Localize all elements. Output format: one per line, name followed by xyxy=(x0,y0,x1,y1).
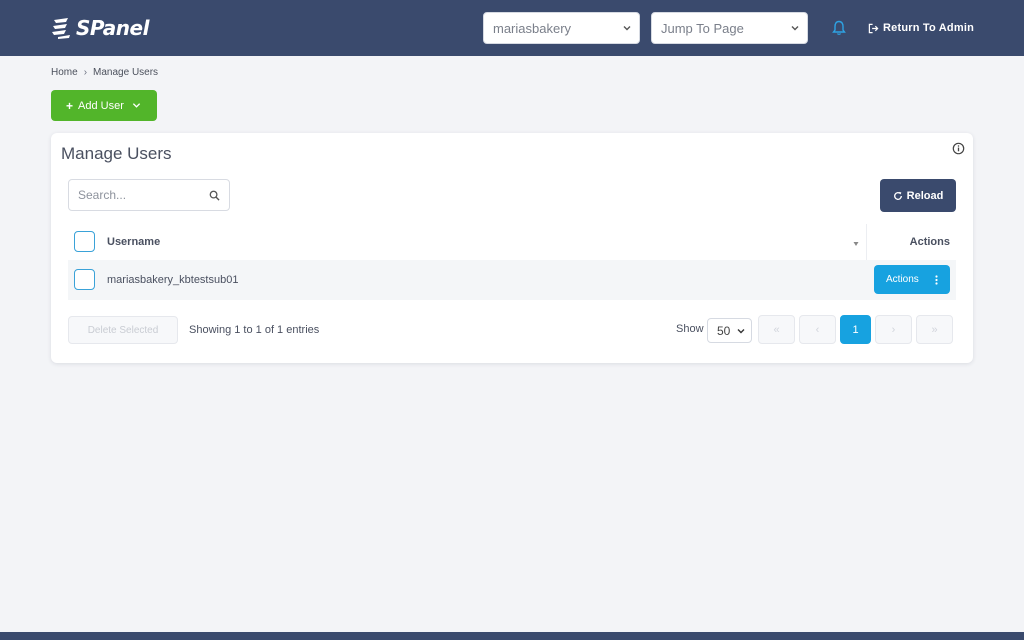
pagination-last-label: » xyxy=(931,323,938,336)
page-title: Manage Users xyxy=(61,144,172,163)
row-actions-label: Actions xyxy=(886,274,919,285)
return-to-admin-link[interactable]: Return To Admin xyxy=(868,20,974,36)
add-user-button[interactable]: + Add User xyxy=(51,90,157,121)
column-divider xyxy=(866,224,867,260)
username-cell: mariasbakery_kbtestsub01 xyxy=(107,274,239,286)
jump-select-value: Jump To Page xyxy=(661,20,744,36)
reload-label: Reload xyxy=(906,189,944,202)
pagination-prev[interactable]: ‹ xyxy=(799,315,836,344)
row-checkbox[interactable] xyxy=(74,269,95,290)
select-all-checkbox[interactable] xyxy=(74,231,95,252)
top-navbar: SPanel mariasbakery Jump To Page Return … xyxy=(0,0,1024,56)
account-select[interactable]: mariasbakery xyxy=(483,12,640,44)
breadcrumb-home[interactable]: Home xyxy=(51,67,78,78)
entries-info: Showing 1 to 1 of 1 entries xyxy=(189,324,320,336)
show-label: Show xyxy=(676,323,704,335)
row-actions-button[interactable]: Actions xyxy=(874,265,950,294)
pagination-current-label: 1 xyxy=(852,323,859,336)
delete-selected-label: Delete Selected xyxy=(87,324,159,336)
plus-icon: + xyxy=(66,98,74,113)
account-select-value: mariasbakery xyxy=(493,20,572,36)
table-header: Username Actions xyxy=(68,224,956,260)
refresh-icon xyxy=(893,191,902,200)
breadcrumb-current: Manage Users xyxy=(93,66,159,78)
pagination-first-label: « xyxy=(773,323,780,336)
reload-button[interactable]: Reload xyxy=(880,179,956,212)
breadcrumb: Home › Manage Users xyxy=(51,66,158,78)
manage-users-card: Manage Users Reload Username Actions mar… xyxy=(51,133,973,363)
delete-selected-button[interactable]: Delete Selected xyxy=(68,316,178,344)
search-input[interactable] xyxy=(78,188,203,202)
pagination-prev-label: ‹ xyxy=(815,323,820,336)
info-icon[interactable] xyxy=(952,142,965,155)
logo-text: SPanel xyxy=(76,16,149,40)
search-icon xyxy=(209,190,220,201)
per-page-select[interactable]: 50 xyxy=(707,318,752,343)
chevron-down-icon xyxy=(737,329,745,334)
column-header-username[interactable]: Username xyxy=(107,236,160,248)
sign-out-icon xyxy=(868,23,879,33)
footer-bar xyxy=(0,632,1024,640)
per-page-value: 50 xyxy=(717,323,731,338)
pagination-next[interactable]: › xyxy=(875,315,912,344)
pagination-next-label: › xyxy=(891,323,896,336)
search-box xyxy=(68,179,230,211)
add-user-label: Add User xyxy=(78,99,124,112)
spanel-logo[interactable]: SPanel xyxy=(50,14,149,42)
column-header-actions: Actions xyxy=(909,236,950,248)
vertical-dots-icon xyxy=(935,275,938,285)
pagination-last[interactable]: » xyxy=(916,315,953,344)
return-to-admin-label: Return To Admin xyxy=(883,22,974,34)
chevron-down-icon xyxy=(132,103,141,108)
chevron-right-icon: › xyxy=(83,66,88,78)
bell-icon[interactable] xyxy=(830,19,848,37)
pagination-first[interactable]: « xyxy=(758,315,795,344)
pagination-page-1[interactable]: 1 xyxy=(840,315,871,344)
chevron-down-icon xyxy=(791,26,799,31)
sort-down-icon[interactable] xyxy=(853,241,859,247)
jump-to-page-select[interactable]: Jump To Page xyxy=(651,12,808,44)
chevron-down-icon xyxy=(623,26,631,31)
table-row: mariasbakery_kbtestsub01 Actions xyxy=(68,260,956,300)
spanel-logo-icon xyxy=(52,18,70,39)
